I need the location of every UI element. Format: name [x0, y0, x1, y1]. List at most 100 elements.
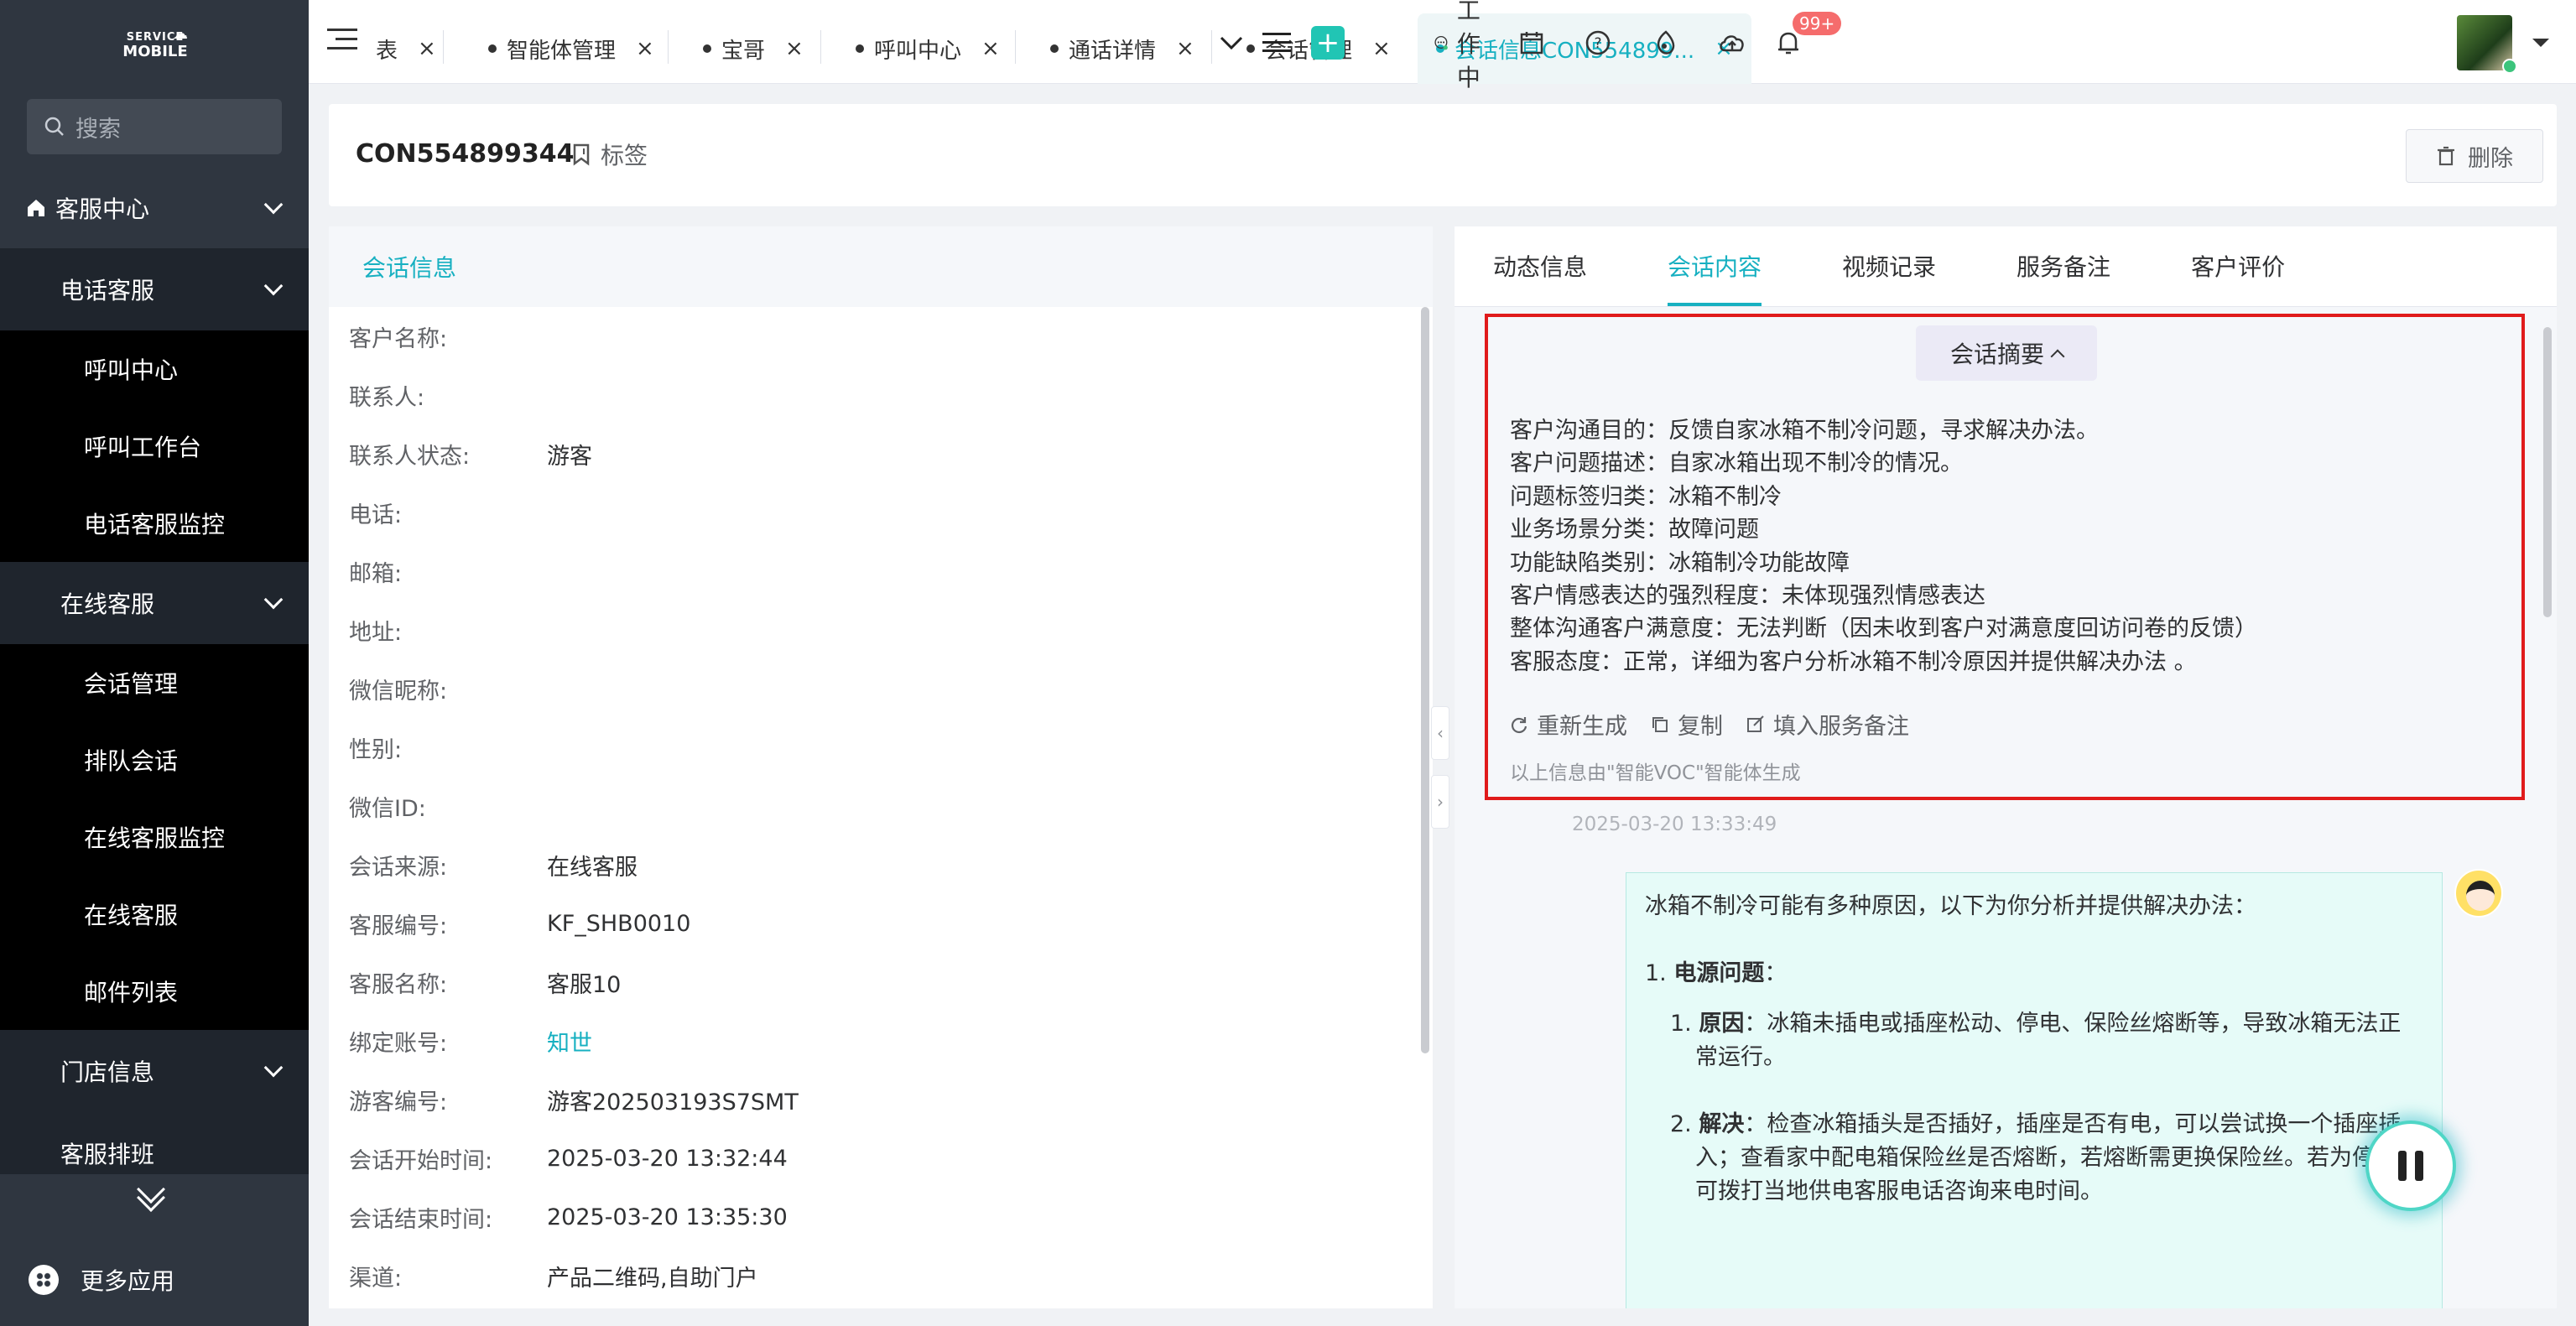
right-scrollbar[interactable]: [2543, 327, 2552, 617]
section-number: 1.: [1645, 960, 1667, 986]
tab-session-content[interactable]: 会话内容: [1668, 249, 1762, 306]
summary-lines: 客户沟通目的：反馈自家冰箱不制冷问题，寻求解决办法。 客户问题描述：自家冰箱出现…: [1510, 414, 2257, 679]
info-value: KF_SHB0010: [547, 910, 691, 937]
tag-label: 标签: [601, 142, 648, 169]
info-key: 联系人:: [349, 384, 425, 411]
info-value: 2025-03-20 13:32:44: [547, 1145, 788, 1172]
sidebar-group-phone-service[interactable]: 电话客服: [0, 248, 309, 330]
top-bar: 表 × 智能体管理 × 宝哥 × 呼叫中心 × 通话详情 × 会话管理 × 会话…: [309, 0, 2576, 91]
sidebar-item-mail-list[interactable]: 邮件列表: [0, 953, 309, 1030]
collapse-left-button[interactable]: ‹: [1431, 706, 1449, 760]
info-row-end-time: 会话结束时间: 2025-03-20 13:35:30: [329, 1188, 1433, 1246]
tabs-dropdown-icon[interactable]: [1219, 22, 1244, 64]
sidebar-group-label: 门店信息: [60, 1058, 155, 1086]
info-key: 微信昵称:: [349, 678, 448, 705]
list-icon[interactable]: [1262, 22, 1291, 64]
home-icon: [28, 200, 44, 216]
sidebar-item-session-management[interactable]: 会话管理: [0, 644, 309, 721]
menu-toggle-icon[interactable]: [327, 29, 357, 52]
delete-button[interactable]: 删除: [2406, 129, 2543, 183]
session-summary-box: 会话摘要 客户沟通目的：反馈自家冰箱不制冷问题，寻求解决办法。 客户问题描述：自…: [1485, 314, 2525, 800]
close-icon[interactable]: ×: [1372, 36, 1391, 61]
tab-divider: [1211, 30, 1212, 64]
tab-table[interactable]: 表 ×: [376, 13, 436, 84]
help-icon[interactable]: ?: [1585, 22, 1611, 64]
sidebar-group-store-info[interactable]: 门店信息: [0, 1030, 309, 1112]
sidebar-item-online-service[interactable]: 在线客服: [0, 876, 309, 953]
trash-icon: [2438, 146, 2454, 166]
copy-button[interactable]: 复制: [1651, 708, 1723, 741]
work-status-dropdown[interactable]: 工作中: [1434, 0, 1494, 91]
section-items: 1. 原因：冰箱未插电或插座松动、停电、保险丝熔断等，导致冰箱无法正常运行。 2…: [1645, 1007, 2423, 1209]
info-row-address: 地址:: [329, 601, 1433, 659]
cloud-upload-icon[interactable]: [1717, 22, 1747, 64]
sidebar-item-online-monitor[interactable]: 在线客服监控: [0, 798, 309, 876]
info-row-gender: 性别:: [329, 718, 1433, 777]
close-icon[interactable]: ×: [785, 36, 804, 61]
sidebar-group-label: 电话客服: [60, 277, 155, 304]
theme-icon[interactable]: [1653, 22, 1678, 64]
user-menu-caret[interactable]: [2531, 22, 2551, 64]
more-apps-button[interactable]: 更多应用: [29, 1263, 174, 1297]
tab-call-center[interactable]: 呼叫中心 ×: [856, 13, 1000, 84]
sidebar-group-online-service[interactable]: 在线客服: [0, 562, 309, 644]
notification-bell[interactable]: 99+: [1776, 12, 1842, 64]
avatar: [2457, 15, 2517, 74]
chevron-right-icon: ›: [1437, 792, 1444, 812]
tab-video-records[interactable]: 视频记录: [1842, 249, 1936, 306]
sidebar-item-phone-monitor[interactable]: 电话客服监控: [0, 485, 309, 562]
close-icon[interactable]: ×: [981, 36, 1000, 61]
expand-right-button[interactable]: ›: [1431, 775, 1449, 829]
close-icon[interactable]: ×: [1176, 36, 1194, 61]
sidebar-search-input[interactable]: 搜索: [27, 99, 282, 154]
sidebar-item-queue-sessions[interactable]: 排队会话: [0, 721, 309, 798]
agent-avatar: [2454, 869, 2503, 918]
info-row-bound-account: 绑定账号: 知世: [329, 1011, 1433, 1070]
bound-account-link[interactable]: 知世: [547, 1025, 592, 1058]
tab-dynamic-info[interactable]: 动态信息: [1493, 249, 1587, 306]
sidebar-sublist-phone: 呼叫中心 呼叫工作台 电话客服监控: [0, 330, 309, 562]
calendar-icon[interactable]: [1519, 22, 1544, 64]
summary-toggle[interactable]: 会话摘要: [1916, 325, 2097, 381]
fill-service-note-button[interactable]: 填入服务备注: [1746, 708, 1909, 741]
left-scrollbar[interactable]: [1421, 307, 1429, 1053]
svg-text:?: ?: [1594, 35, 1601, 52]
sidebar-item-call-center[interactable]: 呼叫中心: [0, 330, 309, 408]
regenerate-button[interactable]: 重新生成: [1510, 708, 1627, 741]
sidebar-search-placeholder: 搜索: [75, 116, 121, 143]
tab-dot: [856, 44, 864, 53]
close-icon[interactable]: ×: [636, 36, 654, 61]
tab-baoge[interactable]: 宝哥 ×: [703, 13, 804, 84]
tab-service-notes[interactable]: 服务备注: [2017, 249, 2110, 306]
info-row-agent-name: 客服名称: 客服10: [329, 953, 1433, 1011]
tag-button[interactable]: 标签: [570, 138, 648, 171]
user-avatar[interactable]: [2457, 15, 2517, 74]
edit-icon: [1747, 715, 1764, 732]
chevron-left-icon: ‹: [1437, 723, 1444, 743]
panel-title: 会话信息: [329, 226, 1433, 307]
tab-agent-management[interactable]: 智能体管理 ×: [488, 13, 654, 84]
tab-call-details[interactable]: 通话详情 ×: [1050, 13, 1194, 84]
message-timestamp: 2025-03-20 13:33:49: [1572, 814, 1777, 835]
copy-label: 复制: [1678, 714, 1723, 740]
expand-more-icon[interactable]: [137, 1175, 165, 1212]
add-button[interactable]: +: [1311, 22, 1345, 64]
notification-badge: 99+: [1793, 12, 1842, 35]
info-row-start-time: 会话开始时间: 2025-03-20 13:32:44: [329, 1129, 1433, 1188]
delete-label: 删除: [2468, 145, 2513, 172]
info-key: 会话开始时间:: [349, 1147, 493, 1174]
close-icon[interactable]: ×: [418, 36, 436, 61]
summary-line: 客户情感表达的强烈程度：未体现强烈情感表达: [1510, 583, 1985, 610]
sidebar-group-label: 客服排班: [60, 1141, 155, 1168]
info-key: 客户名称:: [349, 325, 448, 352]
info-value: 游客202503193S7SMT: [547, 1089, 799, 1115]
section-item-solution: 2. 解决：检查冰箱插头是否插好，插座是否有电，可以尝试换一个插座插入；查看家中…: [1670, 1108, 2423, 1209]
pause-button[interactable]: [2365, 1121, 2456, 1211]
info-value: 在线客服: [547, 854, 637, 881]
sidebar-item-customer-service-center[interactable]: 客服中心: [0, 168, 309, 248]
chevron-down-icon: [263, 1058, 284, 1078]
tab-customer-rating[interactable]: 客户评价: [2191, 249, 2285, 306]
sidebar-item-call-workbench[interactable]: 呼叫工作台: [0, 408, 309, 485]
brand-logo[interactable]: ☁ SERVICE MOBILE: [117, 23, 193, 64]
chevron-down-icon: [263, 590, 284, 610]
